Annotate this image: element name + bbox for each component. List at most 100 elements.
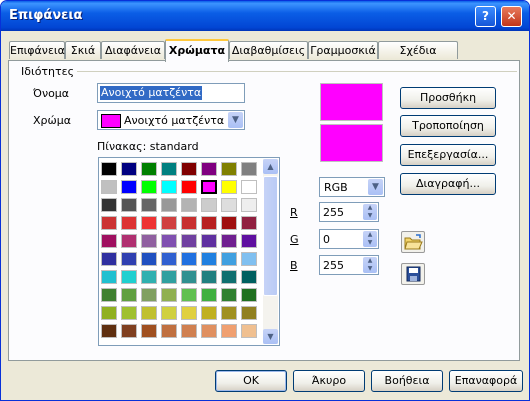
palette-swatch[interactable] [221,234,237,248]
palette-swatch[interactable] [200,179,218,195]
cancel-button[interactable]: Άκυρο [293,370,365,392]
scroll-down-icon[interactable]: ▼ [263,329,278,344]
palette-swatch[interactable] [181,234,197,248]
palette-swatch[interactable] [161,198,177,212]
palette-swatch[interactable] [241,216,257,230]
palette-swatch[interactable] [241,288,257,302]
palette-swatch[interactable] [121,216,137,230]
palette-swatch[interactable] [141,306,157,320]
palette-swatch[interactable] [201,288,217,302]
spin-arrows-icon[interactable]: ▲ ▼ [363,231,377,247]
palette-swatch[interactable] [161,270,177,284]
help-button[interactable]: Βοήθεια [371,370,443,392]
chevron-down-icon[interactable]: ▼ [368,179,383,195]
palette-swatch[interactable] [101,180,117,194]
palette-swatch[interactable] [181,306,197,320]
red-spinner[interactable]: 255 ▲ ▼ [319,202,379,222]
tab-shadow[interactable]: Σκιά [65,41,101,59]
palette-swatch[interactable] [101,288,117,302]
delete-button[interactable]: Διαγραφή... [400,173,496,195]
palette-swatch[interactable] [161,162,177,176]
palette-swatch[interactable] [201,162,217,176]
palette-swatch[interactable] [241,252,257,266]
palette-swatch[interactable] [221,216,237,230]
palette-swatch[interactable] [101,270,117,284]
palette-swatch[interactable] [201,198,217,212]
palette-swatch[interactable] [141,234,157,248]
palette-swatch[interactable] [121,288,137,302]
palette-swatch[interactable] [201,306,217,320]
palette-swatch[interactable] [241,324,257,338]
palette-swatch[interactable] [101,216,117,230]
palette-swatch[interactable] [201,252,217,266]
tab-gradients[interactable]: Διαβαθμίσεις [229,41,308,59]
palette-scrollbar[interactable]: ▲ ▼ [263,159,278,344]
palette-swatch[interactable] [201,234,217,248]
title-close-button[interactable]: ✕ [501,6,522,27]
palette-swatch[interactable] [121,324,137,338]
palette-swatch[interactable] [101,306,117,320]
palette-swatch[interactable] [141,198,157,212]
palette-swatch[interactable] [101,198,117,212]
palette-swatch[interactable] [121,252,137,266]
palette-swatch[interactable] [221,198,237,212]
palette-swatch[interactable] [181,162,197,176]
tab-colors[interactable]: Χρώματα [165,39,229,62]
add-button[interactable]: Προσθήκη [400,87,496,109]
palette-swatch[interactable] [161,234,177,248]
palette-swatch[interactable] [241,306,257,320]
palette-swatch[interactable] [221,324,237,338]
color-palette[interactable]: ▲ ▼ [98,157,280,346]
palette-swatch[interactable] [201,270,217,284]
title-bar[interactable]: Επιφάνεια ? ✕ [1,1,529,31]
palette-swatch[interactable] [181,288,197,302]
tab-surface[interactable]: Επιφάνεια [9,41,65,59]
palette-swatch[interactable] [161,288,177,302]
palette-swatch[interactable] [141,162,157,176]
palette-swatch[interactable] [181,198,197,212]
palette-swatch[interactable] [141,252,157,266]
palette-swatch[interactable] [201,324,217,338]
palette-swatch[interactable] [121,234,137,248]
palette-swatch[interactable] [201,216,217,230]
palette-swatch[interactable] [241,162,257,176]
palette-swatch[interactable] [161,180,177,194]
blue-spinner[interactable]: 255 ▲ ▼ [319,255,379,275]
palette-swatch[interactable] [101,234,117,248]
palette-swatch[interactable] [181,324,197,338]
palette-swatch[interactable] [221,306,237,320]
palette-swatch[interactable] [221,288,237,302]
palette-swatch[interactable] [221,180,237,194]
palette-swatch[interactable] [141,324,157,338]
palette-swatch[interactable] [241,234,257,248]
palette-swatch[interactable] [121,180,137,194]
name-input[interactable]: Ανοιχτό ματζέντα [97,83,245,103]
scroll-thumb[interactable] [263,176,278,296]
palette-swatch[interactable] [181,216,197,230]
palette-swatch[interactable] [181,180,197,194]
palette-swatch[interactable] [161,216,177,230]
palette-swatch[interactable] [181,270,197,284]
modify-button[interactable]: Τροποποίηση [400,115,496,137]
palette-swatch[interactable] [141,180,157,194]
tab-bitmap-patterns[interactable]: Σχέδια Bitmap [378,41,458,75]
palette-swatch[interactable] [241,180,257,194]
palette-swatch[interactable] [161,252,177,266]
palette-swatch[interactable] [141,270,157,284]
palette-swatch[interactable] [141,288,157,302]
open-button[interactable] [401,231,425,253]
spin-arrows-icon[interactable]: ▲ ▼ [363,257,377,273]
palette-swatch[interactable] [241,198,257,212]
palette-swatch[interactable] [101,324,117,338]
color-dropdown[interactable]: Ανοιχτό ματζέντα ▼ [97,110,245,130]
tab-hatching[interactable]: Γραμμοσκιά [308,41,378,59]
palette-swatch[interactable] [101,252,117,266]
tab-transparency[interactable]: Διαφάνεια [101,41,165,59]
scroll-up-icon[interactable]: ▲ [263,159,278,174]
palette-swatch[interactable] [241,270,257,284]
palette-swatch[interactable] [161,324,177,338]
palette-swatch[interactable] [221,270,237,284]
palette-swatch[interactable] [121,162,137,176]
edit-button[interactable]: Επεξεργασία... [400,144,496,166]
title-help-button[interactable]: ? [475,6,496,27]
